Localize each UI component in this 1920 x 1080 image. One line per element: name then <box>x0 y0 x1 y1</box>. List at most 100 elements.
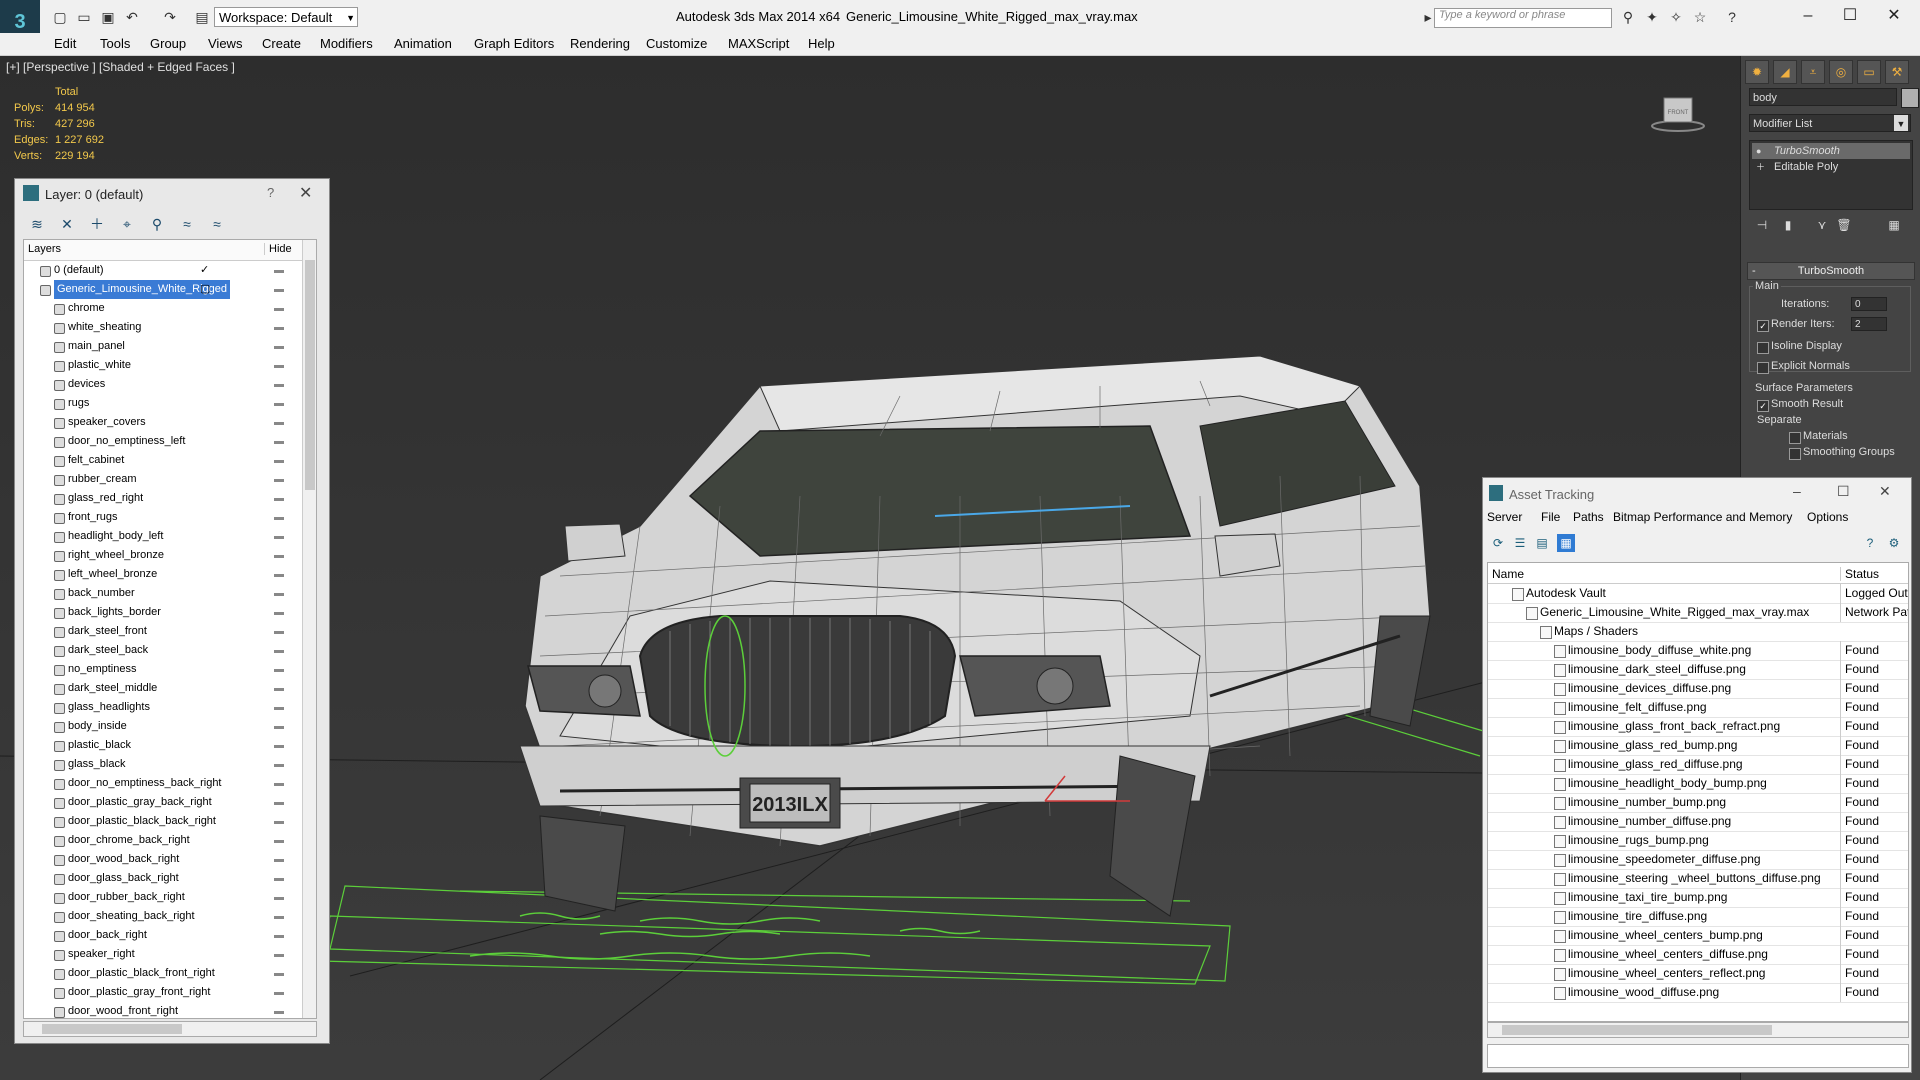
layer-horizontal-scrollbar[interactable] <box>23 1021 317 1037</box>
hide-toggle-icon[interactable]: ▬ <box>274 432 284 451</box>
menu-rendering[interactable]: Rendering <box>570 36 630 51</box>
col-hide[interactable]: Hide <box>264 243 292 255</box>
active-check-icon[interactable]: ✓ <box>200 261 209 280</box>
minimize-button[interactable]: – <box>1793 483 1801 499</box>
hide-toggle-icon[interactable]: ▬ <box>274 964 284 983</box>
menu-animation[interactable]: Animation <box>394 36 452 51</box>
asset-row[interactable]: limousine_number_diffuse.png Found <box>1488 812 1908 832</box>
modifier-list-dropdown[interactable]: Modifier List ▼ <box>1749 114 1911 132</box>
hide-toggle-icon[interactable]: ▬ <box>274 413 284 432</box>
layer-row[interactable]: left_wheel_bronze ▬ <box>24 565 300 584</box>
menu-modifiers[interactable]: Modifiers <box>320 36 373 51</box>
make-unique-icon[interactable]: ⋎ <box>1813 216 1831 234</box>
menu-views[interactable]: Views <box>208 36 242 51</box>
asset-row[interactable]: limousine_taxi_tire_bump.png Found <box>1488 888 1908 908</box>
hide-toggle-icon[interactable]: ▬ <box>274 850 284 869</box>
hide-toggle-icon[interactable]: ▬ <box>274 451 284 470</box>
asset-menu-server[interactable]: Server <box>1487 510 1522 524</box>
layer-list[interactable]: Layers Hide 0 (default) ✓ ▬ Generic_Limousi… <box>23 239 317 1019</box>
menu-create[interactable]: Create <box>262 36 301 51</box>
scroll-thumb[interactable] <box>305 260 315 490</box>
hide-toggle-icon[interactable]: ▬ <box>274 679 284 698</box>
isoline-checkbox[interactable] <box>1757 342 1769 354</box>
hide-all-icon[interactable]: ≈ <box>177 214 197 234</box>
layer-row[interactable]: rugs ▬ <box>24 394 300 413</box>
layer-row[interactable]: door_plastic_gray_back_right ▬ <box>24 793 300 812</box>
hide-toggle-icon[interactable]: ▬ <box>274 1002 284 1018</box>
undo-icon[interactable]: ↶ <box>122 8 142 26</box>
hide-toggle-icon[interactable]: ▬ <box>274 869 284 888</box>
hide-toggle-icon[interactable]: ▬ <box>274 584 284 603</box>
delete-layer-icon[interactable]: ✕ <box>57 214 77 234</box>
layer-row[interactable]: door_no_emptiness_left ▬ <box>24 432 300 451</box>
layer-row[interactable]: chrome ▬ <box>24 299 300 318</box>
hide-toggle-icon[interactable]: ▬ <box>274 603 284 622</box>
asset-row[interactable]: limousine_headlight_body_bump.png Found <box>1488 774 1908 794</box>
minimize-button[interactable]: – <box>1788 4 1828 28</box>
utilities-tab-icon[interactable]: ⚒ <box>1885 60 1909 84</box>
asset-menu-file[interactable]: File <box>1541 510 1560 524</box>
smoothing-groups-checkbox[interactable] <box>1789 448 1801 460</box>
layer-row[interactable]: door_wood_back_right ▬ <box>24 850 300 869</box>
asset-row[interactable]: limousine_speedometer_diffuse.png Found <box>1488 850 1908 870</box>
layer-row[interactable]: body_inside ▬ <box>24 717 300 736</box>
asset-row[interactable]: limousine_rugs_bump.png Found <box>1488 831 1908 851</box>
hide-toggle-icon[interactable]: ▬ <box>274 565 284 584</box>
asset-row[interactable]: limousine_devices_diffuse.png Found <box>1488 679 1908 699</box>
search-input[interactable]: Type a keyword or phrase <box>1434 8 1612 28</box>
lightbulb-icon[interactable]: ● <box>1756 146 1764 156</box>
help-button[interactable]: ? <box>267 185 274 200</box>
new-file-icon[interactable]: ▢ <box>50 8 70 26</box>
hide-toggle-icon[interactable]: ▬ <box>274 318 284 337</box>
hide-toggle-icon[interactable]: ▬ <box>274 812 284 831</box>
new-layer-icon[interactable]: ≋ <box>27 214 47 234</box>
save-file-icon[interactable]: ▣ <box>98 8 118 26</box>
settings-icon[interactable]: ⚙ <box>1885 534 1903 552</box>
favorites-star-icon[interactable]: ☆ <box>1690 8 1710 26</box>
hide-toggle-icon[interactable]: ▬ <box>274 470 284 489</box>
hide-toggle-icon[interactable]: ▬ <box>274 337 284 356</box>
layer-row[interactable]: door_plastic_black_front_right ▬ <box>24 964 300 983</box>
display-tab-icon[interactable]: ▭ <box>1857 60 1881 84</box>
expand-plus-icon[interactable]: ＋ <box>1756 162 1765 172</box>
hide-toggle-icon[interactable]: ▬ <box>274 489 284 508</box>
layer-row[interactable]: devices ▬ <box>24 375 300 394</box>
scroll-thumb[interactable] <box>42 1024 182 1034</box>
layer-row[interactable]: speaker_right ▬ <box>24 945 300 964</box>
layer-row[interactable]: felt_cabinet ▬ <box>24 451 300 470</box>
project-folder-icon[interactable]: ▤ <box>192 8 212 26</box>
close-button[interactable]: ✕ <box>1874 4 1914 28</box>
layer-row[interactable]: dark_steel_back ▬ <box>24 641 300 660</box>
remove-modifier-icon[interactable]: 🗑 <box>1835 216 1853 234</box>
col-name[interactable]: Name <box>1492 567 1524 581</box>
freeze-all-icon[interactable]: ≈ <box>207 214 227 234</box>
hide-toggle-icon[interactable]: ▬ <box>274 641 284 660</box>
asset-horizontal-scrollbar[interactable] <box>1487 1022 1909 1038</box>
configure-sets-icon[interactable]: ▦ <box>1885 216 1903 234</box>
table-view-icon[interactable]: ▦ <box>1557 534 1575 552</box>
asset-row[interactable]: limousine_wood_diffuse.png Found <box>1488 983 1908 1003</box>
asset-row[interactable]: limousine_steering _wheel_buttons_diffus… <box>1488 869 1908 889</box>
hide-toggle-icon[interactable]: ▬ <box>274 299 284 318</box>
asset-row[interactable]: Generic_Limousine_White_Rigged_max_vray.… <box>1488 603 1908 623</box>
layer-row[interactable]: back_number ▬ <box>24 584 300 603</box>
hide-toggle-icon[interactable]: ▬ <box>274 660 284 679</box>
modifier-stack[interactable]: ● TurboSmooth ＋ Editable Poly <box>1749 140 1913 210</box>
hide-toggle-icon[interactable]: ▬ <box>274 793 284 812</box>
asset-row[interactable]: limousine_number_bump.png Found <box>1488 793 1908 813</box>
object-color-swatch[interactable] <box>1901 88 1919 108</box>
menu-graph-editors[interactable]: Graph Editors <box>474 36 554 51</box>
layer-row[interactable]: glass_headlights ▬ <box>24 698 300 717</box>
hide-toggle-icon[interactable]: ▬ <box>274 622 284 641</box>
asset-row[interactable]: limousine_glass_front_back_refract.png Fo… <box>1488 717 1908 737</box>
layer-row[interactable]: plastic_white ▬ <box>24 356 300 375</box>
smooth-result-checkbox[interactable]: ✓ <box>1757 400 1769 412</box>
hide-toggle-icon[interactable]: ▬ <box>274 394 284 413</box>
layer-row[interactable]: door_glass_back_right ▬ <box>24 869 300 888</box>
highlight-layer-icon[interactable]: ⚲ <box>147 214 167 234</box>
materials-checkbox[interactable] <box>1789 432 1801 444</box>
asset-menu-options[interactable]: Options <box>1807 510 1848 524</box>
close-button[interactable]: ✕ <box>1879 483 1891 500</box>
layer-row[interactable]: door_plastic_black_back_right ▬ <box>24 812 300 831</box>
stack-item-editable-poly[interactable]: ＋ Editable Poly <box>1752 159 1910 175</box>
